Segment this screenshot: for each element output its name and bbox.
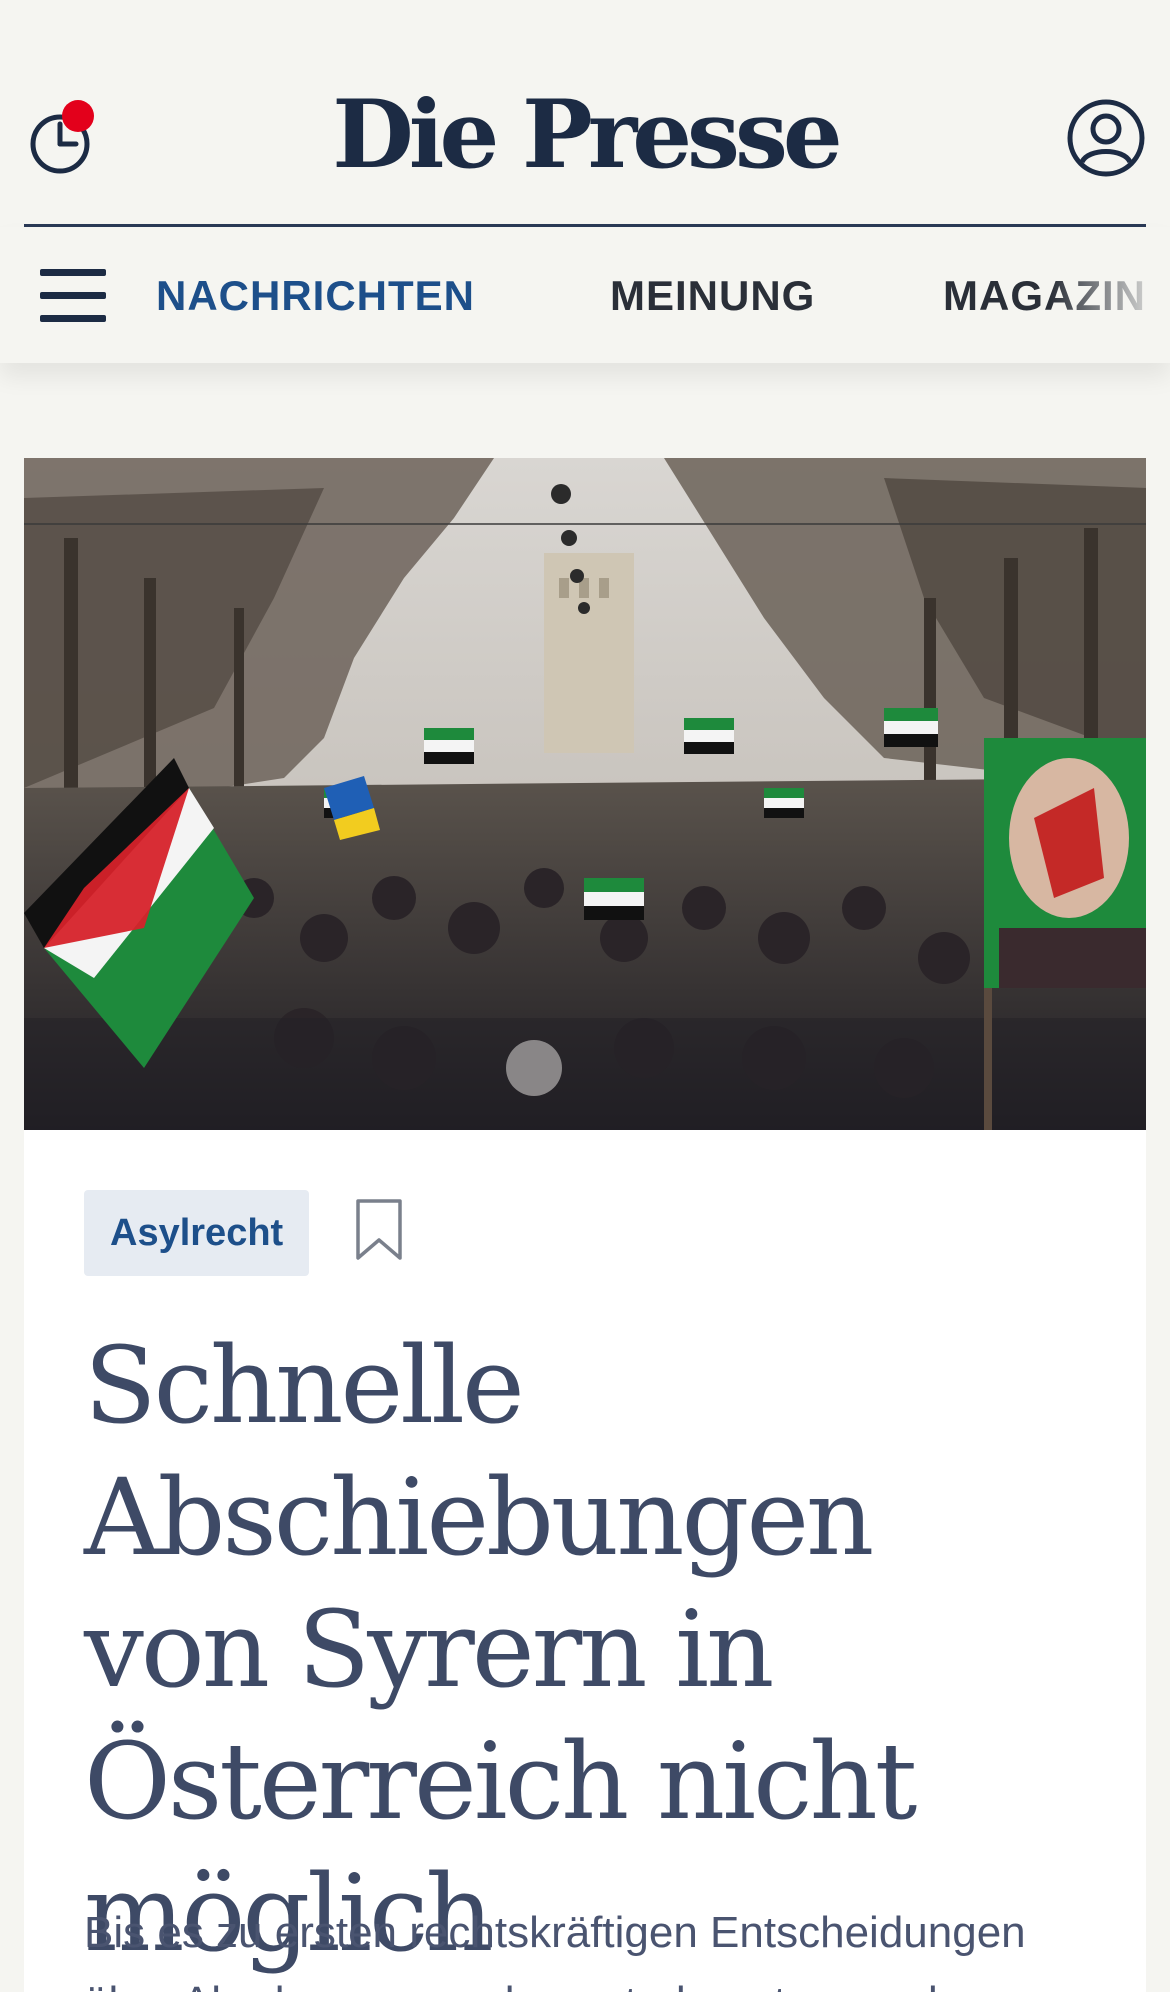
article-hero-image[interactable]: [24, 458, 1146, 1130]
hero-photo: [24, 458, 1146, 1130]
nav-item-nachrichten[interactable]: NACHRICHTEN: [156, 271, 475, 321]
nav-item-meinung[interactable]: MEINUNG: [610, 271, 815, 321]
article-headline[interactable]: Schnelle Abschiebungen von Syrern in Öst…: [84, 1320, 1084, 1980]
topic-tag[interactable]: Asylrecht: [84, 1190, 310, 1276]
page: Die Presse NACHRICHTEN MEINUNG MAGAZIN A…: [0, 0, 1170, 1992]
hamburger-menu-icon-line: [40, 292, 106, 299]
article-lead: Bis es zu ersten rechtskräftigen Entsche…: [84, 1908, 1026, 1992]
top-bar: Die Presse: [0, 0, 1170, 230]
user-account-icon: [1067, 99, 1145, 177]
site-logo[interactable]: Die Presse: [0, 80, 1170, 190]
main-navigation: NACHRICHTEN MEINUNG MAGAZIN: [0, 227, 1170, 363]
account-button[interactable]: [1066, 98, 1146, 178]
bookmark-icon: [356, 1199, 402, 1260]
bookmark-button[interactable]: [354, 1198, 404, 1262]
nav-scroll-fade: [1050, 227, 1170, 363]
menu-button[interactable]: [40, 269, 106, 323]
article-card[interactable]: Asylrecht Schnelle Abschiebungen von Syr…: [24, 458, 1146, 1992]
hamburger-menu-icon: [40, 269, 106, 276]
hamburger-menu-icon-line: [40, 315, 106, 322]
